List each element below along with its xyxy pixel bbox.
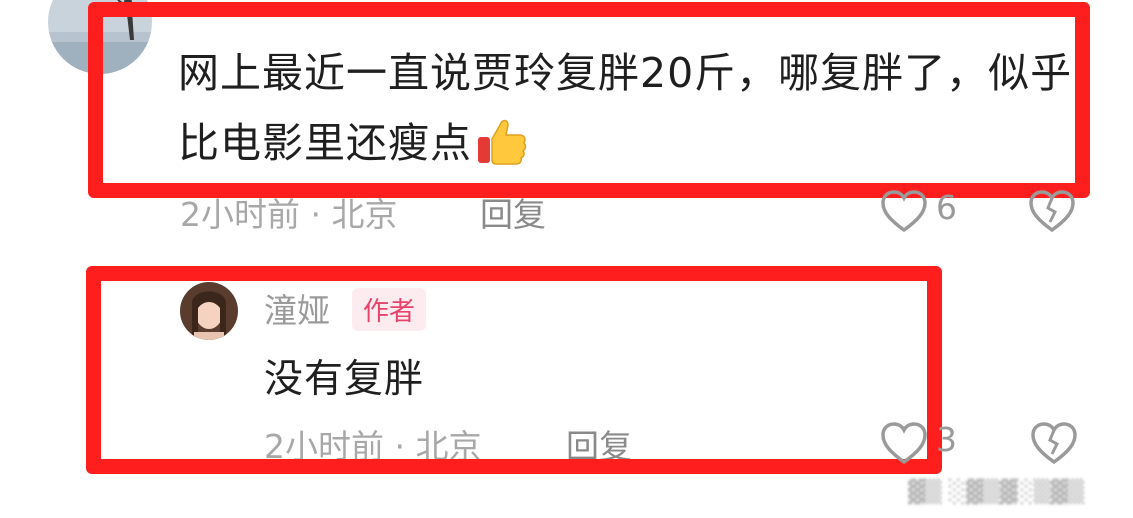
reply-dislike-button[interactable]	[1030, 422, 1078, 466]
reply-highlight-box	[86, 266, 942, 474]
broken-heart-icon	[1029, 190, 1075, 233]
reply-like-count: 3	[936, 420, 957, 459]
heart-icon	[881, 422, 927, 465]
broken-heart-icon	[1031, 422, 1077, 465]
heart-icon	[881, 190, 927, 233]
comment-reply-button[interactable]: 回复	[480, 188, 546, 236]
comment-like-button[interactable]: 6	[880, 188, 970, 238]
comment-dislike-button[interactable]	[1028, 190, 1076, 234]
watermark: ▓▒ ░▓▒▓░▒▓▒	[908, 480, 1085, 505]
comment-time-location: 2小时前 · 北京	[180, 195, 398, 234]
comment-highlight-box	[88, 2, 1090, 198]
reply-like-button[interactable]: 3	[880, 420, 970, 470]
comment-like-count: 6	[936, 188, 957, 227]
